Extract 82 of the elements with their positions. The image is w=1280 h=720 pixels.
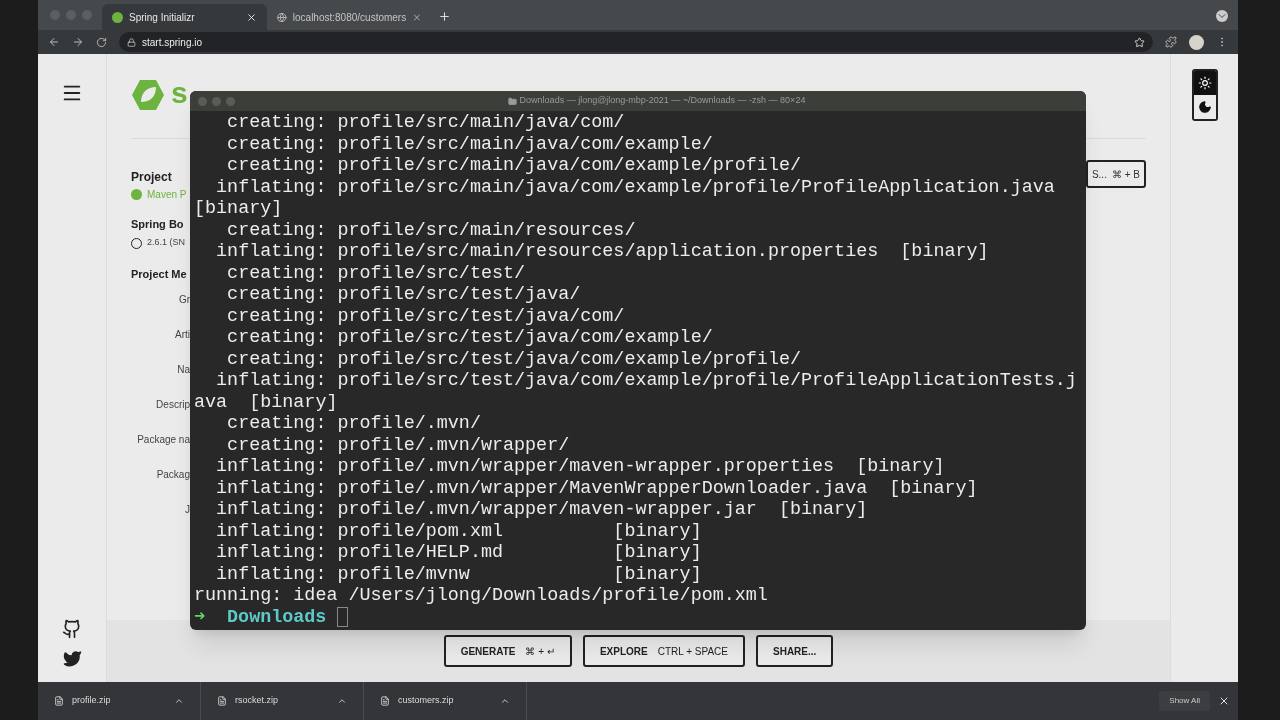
file-icon — [380, 696, 390, 706]
terminal-line: creating: profile/src/test/java/com/example/profile/ — [226, 348, 801, 370]
terminal-line: creating: profile/src/test/java/com/example/ — [226, 327, 713, 349]
terminal-line: inflating: profile/mvnw [binary] — [215, 563, 702, 585]
avatar-icon[interactable] — [1189, 34, 1204, 50]
browser-tab[interactable]: localhost:8080/customers — [267, 4, 432, 30]
radio-button[interactable] — [131, 237, 142, 249]
field-label: Gr — [178, 293, 190, 306]
extensions-icon[interactable] — [1165, 36, 1177, 48]
terminal-line: inflating: profile/src/main/java/com/example/profile/ProfileApplication.java — [215, 176, 1055, 198]
download-item[interactable]: rsocket.zip — [201, 682, 364, 720]
light-theme-option[interactable] — [1193, 71, 1216, 95]
show-all-button[interactable]: Show All — [1159, 691, 1210, 711]
globe-icon — [277, 11, 287, 23]
terminal-line: creating: profile/.mvn/ — [226, 413, 481, 435]
action-button[interactable]: GENERATE ⌘ + ↵ — [443, 635, 572, 667]
terminal-line: creating: profile/src/main/java/com/example/ — [226, 133, 713, 155]
tab-title: Spring Initializr — [129, 10, 196, 25]
terminal-line: inflating: profile/.mvn/wrapper/MavenWrapperDownloader.java [binary] — [215, 477, 978, 499]
forward-icon[interactable] — [72, 36, 84, 48]
download-item[interactable]: profile.zip — [38, 682, 201, 720]
action-button[interactable]: EXPLORE CTRL + SPACE — [582, 635, 745, 667]
terminal-line: inflating: profile/HELP.md [binary] — [215, 542, 702, 564]
terminal-line: inflating: profile/.mvn/wrapper/maven-wrapper.properties [binary] — [215, 456, 945, 478]
logo-text: s — [171, 79, 188, 107]
leaf-logo-icon — [131, 79, 165, 111]
field-label: Descrip — [156, 398, 190, 411]
radio-label: 2.6.1 (SN — [147, 236, 186, 250]
text-cursor — [337, 607, 349, 628]
caret-icon[interactable] — [500, 696, 510, 706]
tab-search-icon[interactable] — [1216, 10, 1228, 22]
folder-icon — [507, 96, 517, 106]
back-icon[interactable] — [48, 36, 60, 48]
moon-icon — [1197, 100, 1212, 114]
download-item[interactable]: customers.zip — [364, 682, 527, 720]
lock-icon — [127, 37, 136, 47]
terminal-line: creating: profile/src/main/resources/ — [226, 219, 636, 241]
file-icon — [217, 696, 227, 706]
tab-title: localhost:8080/customers — [292, 10, 407, 25]
prompt-arrow: ➜ — [194, 606, 206, 628]
terminal-line: inflating: profile/src/test/java/com/example/profile/ProfileApplicationTests.j — [215, 370, 1077, 392]
terminal-line: creating: profile/src/test/ — [226, 262, 526, 284]
close-icon[interactable] — [246, 11, 257, 23]
star-icon[interactable] — [1134, 36, 1145, 48]
terminal-line: inflating: profile/pom.xml [binary] — [215, 520, 702, 542]
add-dependencies-button[interactable]: S... ⌘ + B — [1085, 160, 1146, 188]
close-icon[interactable] — [1218, 695, 1230, 707]
caret-icon[interactable] — [174, 696, 184, 706]
terminal-line: creating: profile/.mvn/wrapper/ — [226, 434, 570, 456]
reload-icon[interactable] — [96, 36, 107, 48]
field-label: J — [185, 503, 190, 516]
radio-button[interactable] — [131, 188, 142, 200]
prompt-directory: Downloads — [227, 606, 327, 628]
section-heading: Spring Bo — [131, 217, 185, 231]
terminal-line: ava [binary] — [194, 391, 338, 413]
leaf-favicon-icon — [112, 11, 123, 23]
action-button[interactable]: SHARE... — [756, 635, 834, 667]
terminal-line: creating: profile/src/test/java/ — [226, 284, 581, 306]
twitter-icon[interactable] — [62, 649, 82, 668]
caret-icon[interactable] — [337, 696, 347, 706]
field-label: Package na — [137, 433, 190, 446]
terminal-line: creating: profile/src/main/java/com/example/profile/ — [226, 155, 801, 177]
field-label: Na — [177, 363, 190, 376]
github-icon[interactable] — [62, 619, 82, 639]
field-label: Packag — [156, 468, 190, 481]
sun-icon — [1197, 76, 1212, 90]
address-field[interactable]: start.spring.io — [119, 32, 1153, 52]
section-heading: Project Me — [131, 267, 188, 281]
terminal-line: running: idea /Users/jlong/Downloads/profile/pom.xml — [194, 585, 768, 607]
terminal-line: creating: profile/src/main/java/com/ — [226, 112, 625, 134]
file-icon — [54, 696, 64, 706]
browser-tab[interactable]: Spring Initializr — [102, 4, 267, 30]
radio-label: Maven P — [147, 187, 187, 202]
new-tab-icon[interactable] — [438, 10, 451, 23]
field-label: Arti — [175, 328, 190, 341]
url-text: start.spring.io — [142, 35, 203, 50]
terminal-line: creating: profile/src/test/java/com/ — [226, 305, 625, 327]
section-heading: Project — [131, 169, 173, 183]
window-title: Downloads — jlong@jlong-mbp-2021 — ~/Downloads — -zsh — 80×24 — [519, 94, 806, 108]
terminal-line: [binary] — [194, 198, 283, 220]
terminal-line: inflating: profile/src/main/resources/application.properties [binary] — [215, 241, 989, 263]
terminal-line: inflating: profile/.mvn/wrapper/maven-wrapper.jar [binary] — [215, 499, 868, 521]
